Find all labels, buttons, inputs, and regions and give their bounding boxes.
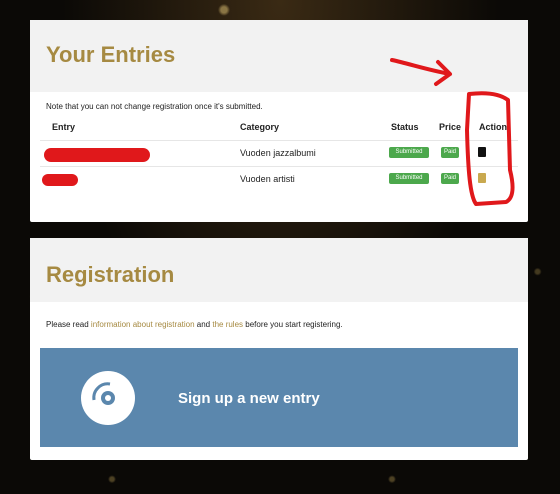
status-badge: Submitted [389, 173, 429, 184]
status-badge: Submitted [389, 147, 429, 158]
entries-panel: Your Entries Note that you can not chang… [30, 20, 528, 222]
sign-up-label: Sign up a new entry [178, 390, 320, 407]
sign-up-new-entry-button[interactable]: Sign up a new entry [40, 348, 518, 447]
instructions-text: before you start registering. [243, 320, 343, 329]
entries-note: Note that you can not change registratio… [46, 102, 263, 111]
col-header-entry: Entry [52, 122, 76, 132]
registration-header: Registration [30, 238, 528, 302]
col-header-price: Price [439, 122, 462, 132]
entries-title: Your Entries [46, 42, 176, 67]
price-badge: Paid [441, 147, 459, 158]
registration-info-link[interactable]: information about registration [91, 320, 195, 329]
registration-panel: Registration Please read information abo… [30, 238, 528, 460]
redaction-mark [42, 174, 78, 186]
rules-link[interactable]: the rules [212, 320, 243, 329]
col-header-category: Category [240, 122, 280, 132]
disc-icon [81, 371, 135, 425]
entry-category: Vuoden jazzalbumi [240, 148, 316, 158]
entries-header: Your Entries [30, 20, 528, 92]
col-header-status: Status [391, 122, 419, 132]
document-icon[interactable] [478, 173, 486, 183]
document-icon[interactable] [478, 147, 486, 157]
registration-instructions: Please read information about registrati… [46, 320, 343, 329]
instructions-text: Please read [46, 320, 91, 329]
instructions-text: and [194, 320, 213, 329]
table-row[interactable]: Vuoden artisti Submitted Paid [40, 166, 518, 191]
redaction-mark [44, 148, 150, 162]
registration-title: Registration [46, 262, 175, 287]
entry-category: Vuoden artisti [240, 174, 295, 184]
col-header-action: Action [479, 122, 507, 132]
price-badge: Paid [441, 173, 459, 184]
